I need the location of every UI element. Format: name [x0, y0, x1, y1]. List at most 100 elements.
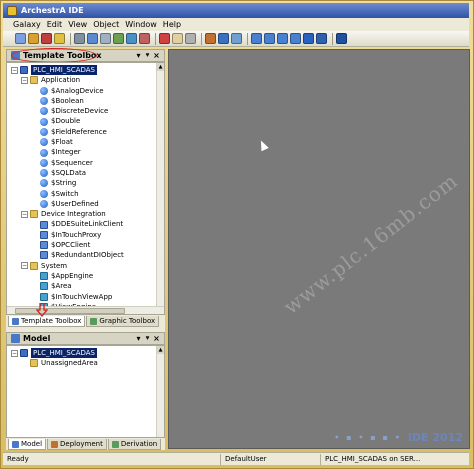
- pin-icon[interactable]: ᵠ: [143, 334, 152, 343]
- template-item[interactable]: $InTouchProxy: [40, 230, 164, 240]
- horizontal-scrollbar[interactable]: [7, 306, 164, 314]
- dropdown-icon[interactable]: ▾: [134, 51, 143, 60]
- template-object-icon: [40, 189, 48, 198]
- template-item[interactable]: $FieldReference: [40, 127, 164, 137]
- menu-view[interactable]: View: [68, 20, 87, 29]
- link-icon[interactable]: [251, 33, 262, 44]
- template-object-icon: [40, 117, 48, 126]
- check-in-icon[interactable]: [113, 33, 124, 44]
- template-item[interactable]: $DiscreteDevice: [40, 106, 164, 116]
- tree-group[interactable]: − Application: [21, 75, 164, 85]
- menu-galaxy[interactable]: Galaxy: [13, 20, 41, 29]
- menu-window[interactable]: Window: [125, 20, 157, 29]
- close-icon[interactable]: ×: [152, 334, 161, 343]
- template-item[interactable]: $RedundantDIObject: [40, 250, 164, 260]
- template-item[interactable]: $UserDefined: [40, 199, 164, 209]
- menu-help[interactable]: Help: [163, 20, 181, 29]
- template-item-label: $Boolean: [51, 96, 84, 105]
- collapse-icon[interactable]: −: [11, 66, 18, 74]
- open-icon[interactable]: [28, 33, 39, 44]
- close-icon[interactable]: ×: [152, 51, 161, 60]
- template-item[interactable]: $Boolean: [40, 96, 164, 106]
- model-tab-icon: [12, 440, 19, 448]
- undo-checkout-icon[interactable]: [139, 33, 150, 44]
- tree-item[interactable]: UnassignedArea: [11, 358, 164, 368]
- tab-template-toolbox[interactable]: Template Toolbox: [8, 316, 86, 327]
- toolbox-tabs: Template Toolbox Graphic Toolbox: [6, 315, 165, 327]
- vertical-scrollbar[interactable]: ▲: [156, 63, 164, 314]
- template-item[interactable]: $Area: [40, 281, 164, 291]
- window-title: ArchestrA IDE: [21, 6, 84, 15]
- scroll-up-icon[interactable]: ▲: [157, 346, 164, 354]
- tree-group[interactable]: − System: [21, 261, 164, 271]
- assign-icon[interactable]: [277, 33, 288, 44]
- tree-root[interactable]: − PLC_HMI_SCADAS: [11, 65, 164, 76]
- system-object-icon: [40, 292, 48, 301]
- galaxy-root-label: PLC_HMI_SCADAS: [31, 65, 97, 76]
- template-item-label: $Double: [51, 117, 81, 126]
- template-item[interactable]: $Switch: [40, 189, 164, 199]
- main-canvas[interactable]: www.plc.16mb.com • ▪ • ▪ ▪ • IDE 2012: [168, 49, 470, 449]
- properties-icon[interactable]: [41, 33, 52, 44]
- menu-object[interactable]: Object: [93, 20, 119, 29]
- delete-icon[interactable]: [159, 33, 170, 44]
- template-item[interactable]: $Sequencer: [40, 158, 164, 168]
- edit-icon[interactable]: [100, 33, 111, 44]
- template-item[interactable]: $AppEngine: [40, 271, 164, 281]
- archestra-app-icon: [7, 5, 17, 16]
- undeploy-icon[interactable]: [218, 33, 229, 44]
- tab-derivation[interactable]: Derivation: [107, 439, 162, 450]
- template-item[interactable]: $OPCClient: [40, 240, 164, 250]
- collapse-icon[interactable]: −: [11, 349, 18, 357]
- area-folder-icon: [30, 359, 38, 368]
- menu-edit[interactable]: Edit: [47, 20, 63, 29]
- unlink-icon[interactable]: [264, 33, 275, 44]
- new-galaxy-icon[interactable]: [15, 33, 26, 44]
- collapse-icon[interactable]: −: [21, 76, 28, 84]
- tab-graphic-toolbox[interactable]: Graphic Toolbox: [86, 316, 160, 327]
- template-item[interactable]: $DDESuiteLinkClient: [40, 219, 164, 229]
- copy-icon[interactable]: [185, 33, 196, 44]
- template-item[interactable]: $AnalogDevice: [40, 86, 164, 96]
- template-item[interactable]: $Double: [40, 116, 164, 126]
- upload-icon[interactable]: [231, 33, 242, 44]
- cut-icon[interactable]: [172, 33, 183, 44]
- template-object-icon: [40, 86, 48, 95]
- unassign-icon[interactable]: [290, 33, 301, 44]
- dropdown-icon[interactable]: ▾: [134, 334, 143, 343]
- template-item-label: $AnalogDevice: [51, 86, 104, 95]
- template-item-label: $SQLData: [51, 168, 87, 177]
- tab-model[interactable]: Model: [8, 439, 47, 450]
- template-item[interactable]: $Integer: [40, 147, 164, 157]
- scroll-up-icon[interactable]: ▲: [157, 63, 164, 71]
- template-item-label: $RedundantDIObject: [51, 251, 124, 260]
- deploy-icon[interactable]: [205, 33, 216, 44]
- help-icon[interactable]: [336, 33, 347, 44]
- model-tabs: Model Deployment Derivation: [6, 438, 165, 450]
- validate-icon[interactable]: [303, 33, 314, 44]
- check-out-icon[interactable]: [126, 33, 137, 44]
- collapse-icon[interactable]: −: [21, 210, 28, 218]
- template-item[interactable]: $InTouchViewApp: [40, 292, 164, 302]
- tree-group[interactable]: − Device Integration: [21, 209, 164, 219]
- scrollbar-thumb[interactable]: [15, 308, 125, 314]
- template-object-icon: [40, 97, 48, 106]
- device-integration-items: $DDESuiteLinkClient $InTouchProxy $OPCClie…: [21, 219, 164, 260]
- application-items: $AnalogDevice $Boolean $DiscreteDevice $Dou…: [21, 86, 164, 210]
- template-item[interactable]: $String: [40, 178, 164, 188]
- tab-deployment[interactable]: Deployment: [47, 439, 107, 450]
- derivation-tab-icon: [111, 440, 119, 448]
- template-item-label: $DiscreteDevice: [51, 107, 109, 116]
- menu-bar: Galaxy Edit View Object Window Help: [3, 18, 469, 31]
- view-icon[interactable]: [87, 33, 98, 44]
- folder-icon[interactable]: [54, 33, 65, 44]
- find-icon[interactable]: [316, 33, 327, 44]
- collapse-icon[interactable]: −: [21, 262, 28, 270]
- template-item[interactable]: $Float: [40, 137, 164, 147]
- tree-root[interactable]: − PLC_HMI_SCADAS: [11, 348, 164, 359]
- status-text: Ready: [3, 453, 221, 465]
- template-item[interactable]: $SQLData: [40, 168, 164, 178]
- print-icon[interactable]: [74, 33, 85, 44]
- pin-icon[interactable]: ᵠ: [143, 51, 152, 60]
- vertical-scrollbar[interactable]: ▲: [156, 346, 164, 437]
